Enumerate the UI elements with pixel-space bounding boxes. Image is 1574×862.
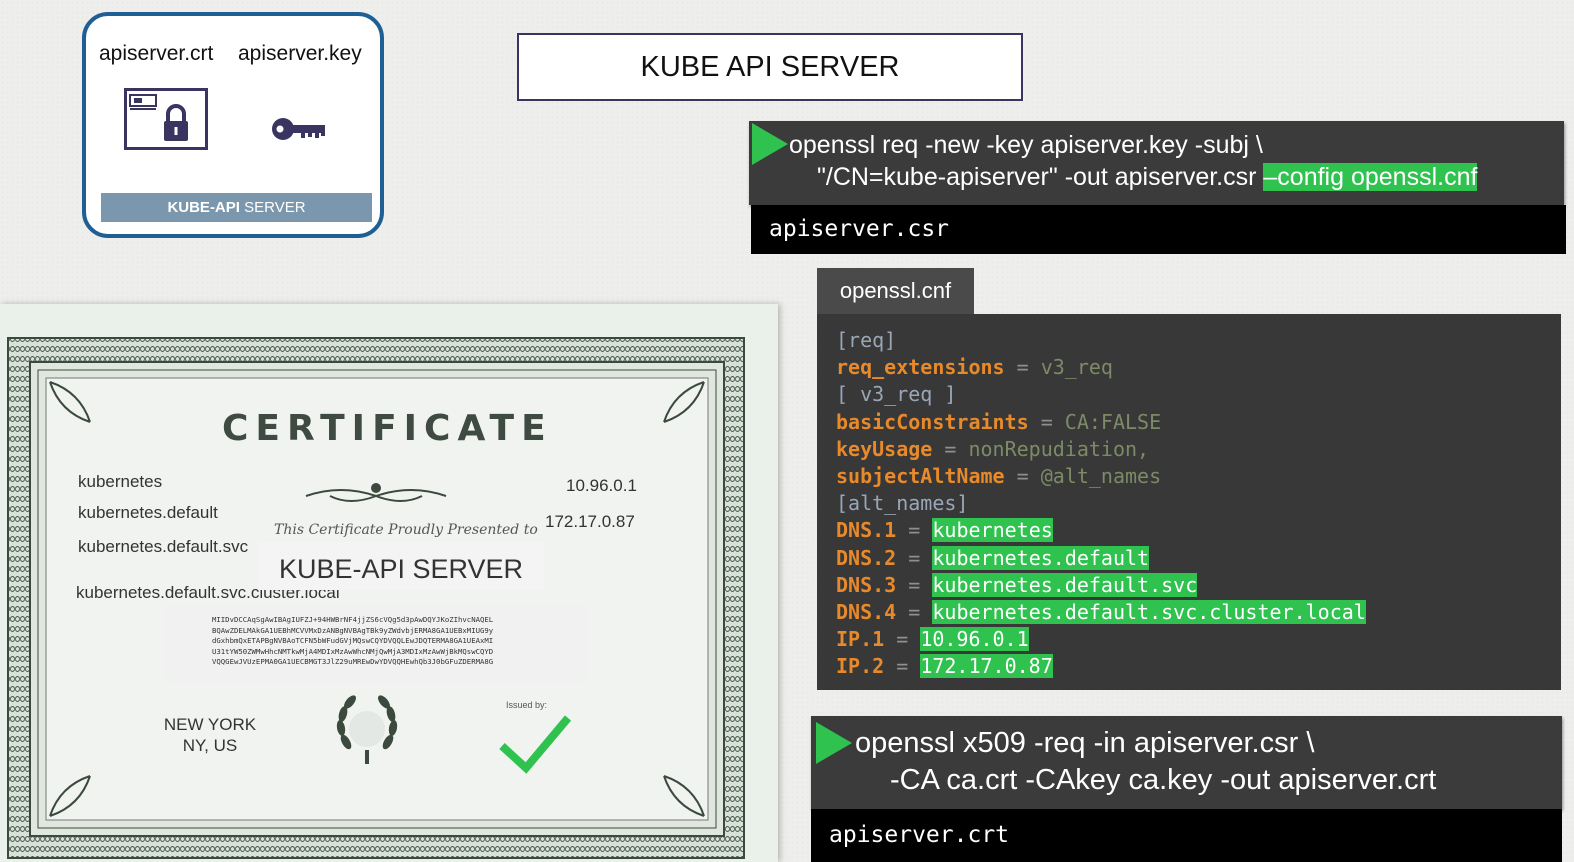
- csr-output: apiserver.csr: [751, 205, 1566, 254]
- issued-by-label: Issued by:: [506, 700, 548, 710]
- presented-to-text: This Certificate Proudly Presented to: [274, 522, 538, 538]
- san-ip: 172.17.0.87: [545, 512, 635, 531]
- code-line: IP.2 = 172.17.0.87: [836, 654, 1053, 679]
- ip-highlight: 10.96.0.1: [920, 627, 1029, 652]
- ip-highlight: 172.17.0.87: [920, 654, 1053, 679]
- code-line: [req]: [836, 328, 897, 352]
- dns-highlight: kubernetes.default: [932, 545, 1150, 570]
- code-line: DNS.4 = kubernetes.default.svc.cluster.l…: [836, 599, 1366, 624]
- san-name: kubernetes.default: [78, 503, 218, 522]
- req-command-line2: "/CN=kube-apiserver" -out apiserver.csr …: [817, 163, 1478, 191]
- key-files-card: apiserver.crt apiserver.key KUBE-API SER…: [82, 12, 384, 238]
- code-line: IP.1 = 10.96.0.1: [836, 627, 1029, 652]
- dns-highlight: kubernetes.default.svc.cluster.local: [932, 599, 1366, 624]
- key-file-label: apiserver.key: [238, 42, 362, 65]
- certificate-heading: CERTIFICATE: [222, 408, 553, 449]
- code-line: keyUsage = nonRepudiation,: [836, 436, 1150, 461]
- play-icon: [752, 123, 788, 165]
- x509-command-line2: -CA ca.crt -CAkey ca.key -out apiserver.…: [890, 764, 1437, 796]
- key-icon: [272, 118, 325, 140]
- code-line: req_extensions = v3_req: [836, 355, 1113, 380]
- cert-file-label: apiserver.crt: [99, 42, 214, 65]
- certificate-recipient: KUBE-API SERVER: [258, 542, 544, 590]
- certificate-lock-icon: [124, 88, 208, 150]
- encoded-certificate: MIIDvDCCAqSgAwIBAgIUFZJ+94HWBrNF4jjZS6cV…: [166, 606, 588, 682]
- play-icon: [816, 722, 852, 764]
- dns-highlight: kubernetes.default.svc: [932, 572, 1198, 597]
- code-line: DNS.2 = kubernetes.default: [836, 545, 1150, 570]
- code-line: [alt_names]: [836, 491, 969, 516]
- x509-command-panel: openssl x509 -req -in apiserver.csr \ -C…: [811, 716, 1562, 809]
- page-title: KUBE API SERVER: [517, 33, 1023, 101]
- code-line: DNS.1 = kubernetes: [836, 518, 1053, 543]
- kube-api-server-band: KUBE-API SERVER: [101, 193, 372, 222]
- config-option-highlight: –config openssl.cnf: [1263, 163, 1478, 191]
- req-command-panel: openssl req -new -key apiserver.key -sub…: [749, 121, 1564, 205]
- certificate-location: NEW YORK NY, US: [163, 715, 257, 755]
- code-line: basicConstraints = CA:FALSE: [836, 409, 1162, 434]
- san-name: kubernetes: [78, 472, 163, 491]
- dns-highlight: kubernetes: [932, 518, 1053, 543]
- certificate: CERTIFICATE kubernetes kubernetes.defaul…: [0, 304, 778, 862]
- code-line: DNS.3 = kubernetes.default.svc: [836, 572, 1198, 597]
- code-line: [ v3_req ]: [836, 382, 957, 407]
- x509-command-line1: openssl x509 -req -in apiserver.csr \: [855, 727, 1315, 759]
- code-line: subjectAltName = @alt_names: [836, 463, 1162, 488]
- openssl-cnf-tab: openssl.cnf: [817, 268, 974, 314]
- req-command-line1: openssl req -new -key apiserver.key -sub…: [789, 131, 1263, 159]
- openssl-cnf-code: [req] req_extensions = v3_req [ v3_req ]…: [817, 314, 1561, 690]
- san-name: kubernetes.default.svc: [78, 537, 249, 556]
- san-ip: 10.96.0.1: [566, 476, 637, 495]
- crt-output: apiserver.crt: [811, 809, 1562, 862]
